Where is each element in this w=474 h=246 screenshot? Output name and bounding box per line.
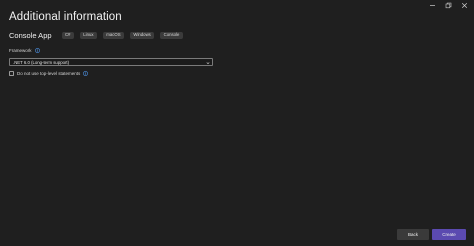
- top-level-statements-option: Do not use top-level statements: [9, 71, 89, 76]
- chevron-down-icon: [206, 61, 210, 66]
- tag-project-type: Console: [160, 31, 183, 40]
- top-level-statements-checkbox[interactable]: [9, 71, 14, 76]
- tag-language: C#: [61, 31, 74, 40]
- template-name: Console App: [9, 31, 52, 40]
- dialog-title: Additional information: [9, 11, 122, 23]
- tag-platform-linux: Linux: [79, 31, 97, 40]
- framework-label-row: Framework: [9, 48, 40, 53]
- framework-selected-value: .NET 6.0 (Long-term support): [13, 59, 70, 65]
- tag-platform-macos: macOS: [102, 31, 124, 40]
- template-header: Console App C# Linux macOS Windows Conso…: [9, 31, 183, 40]
- create-button[interactable]: Create: [432, 229, 466, 240]
- info-icon[interactable]: [83, 71, 89, 76]
- framework-label: Framework: [9, 48, 32, 53]
- back-button[interactable]: Back: [397, 229, 429, 240]
- minimize-icon[interactable]: [429, 2, 436, 9]
- close-icon[interactable]: [461, 2, 468, 9]
- tag-platform-windows: Windows: [130, 31, 155, 40]
- window-controls: [429, 2, 468, 9]
- top-level-statements-label: Do not use top-level statements: [17, 71, 81, 76]
- framework-select[interactable]: .NET 6.0 (Long-term support): [9, 58, 213, 66]
- restore-icon[interactable]: [445, 2, 452, 9]
- info-icon[interactable]: [34, 48, 40, 53]
